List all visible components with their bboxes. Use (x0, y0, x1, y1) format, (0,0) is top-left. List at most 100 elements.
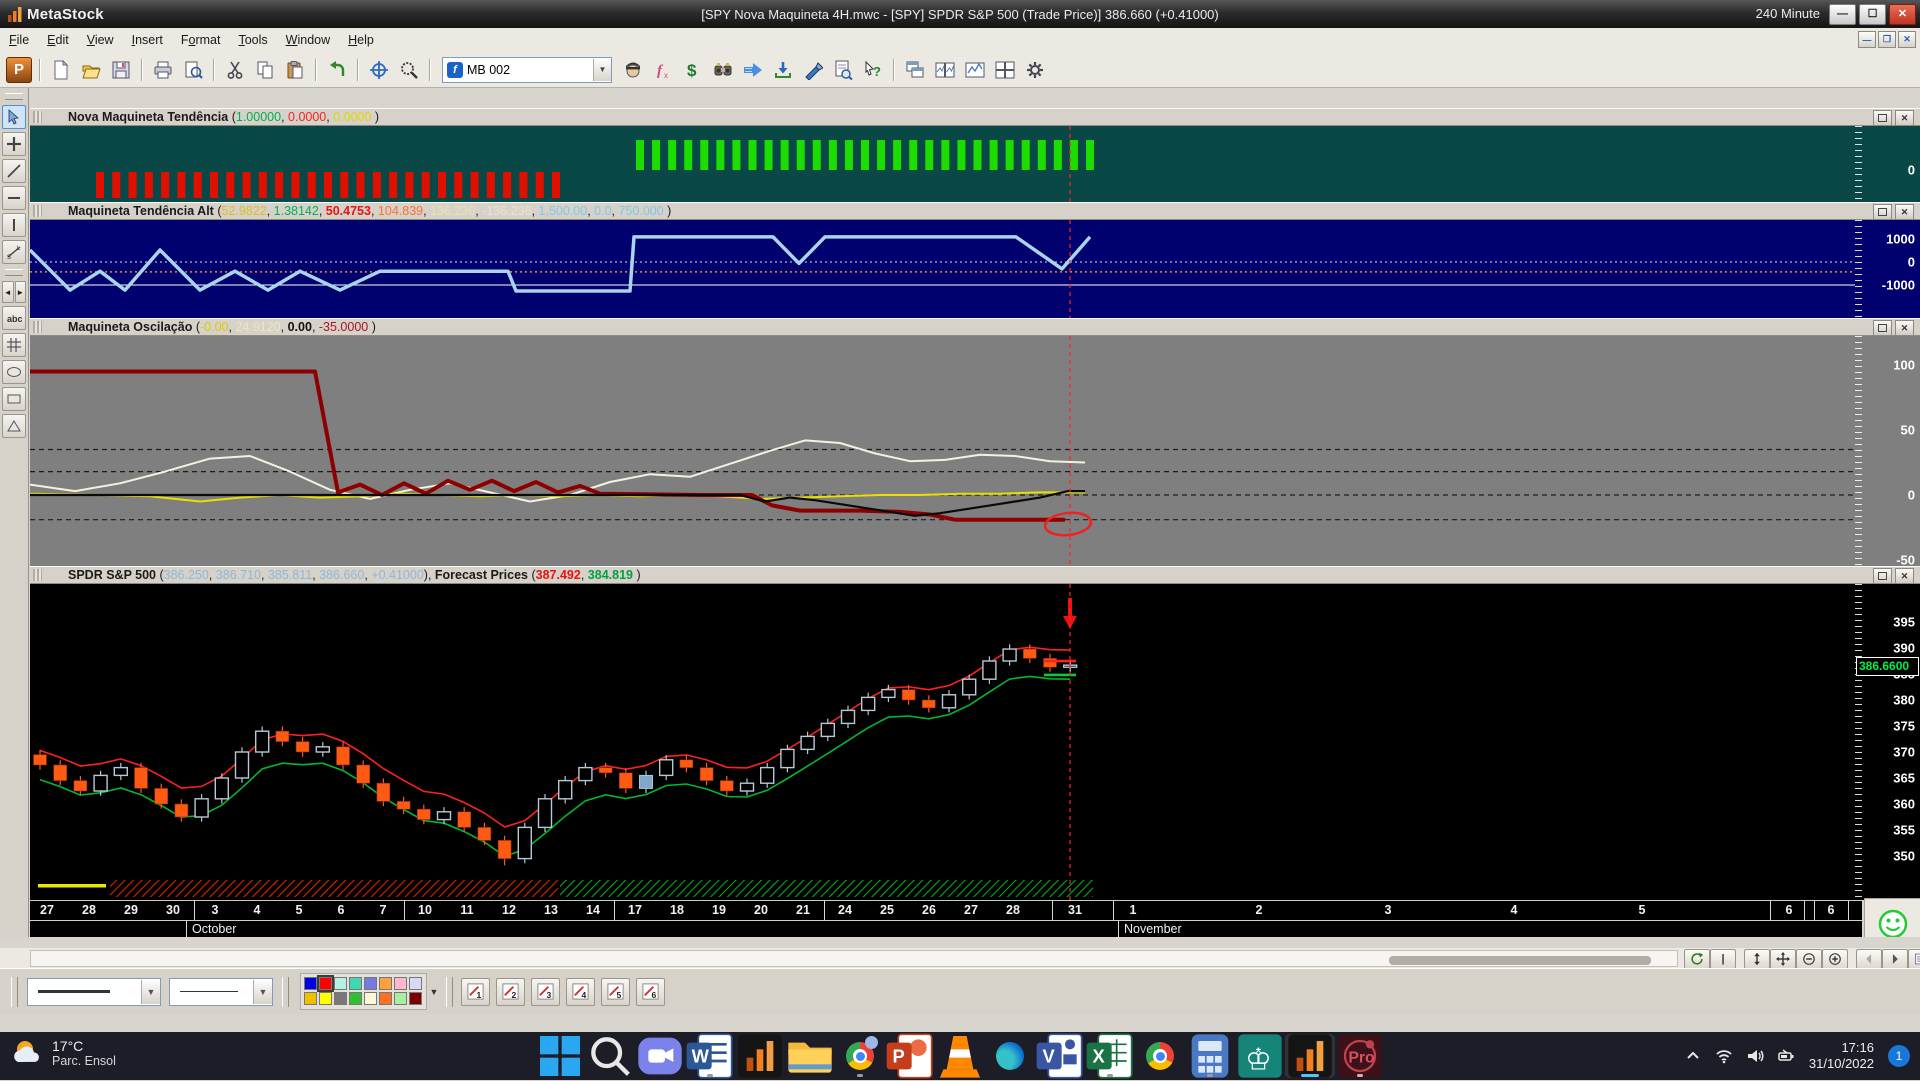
panel-close-button[interactable]: ✕ (1895, 110, 1914, 126)
scroll-bar-button[interactable]: | (1710, 949, 1736, 969)
color-swatch[interactable] (394, 977, 407, 990)
toolbar-report-button[interactable] (829, 56, 857, 84)
weather-widget[interactable]: 17°C Parc. Ensol (10, 1036, 116, 1070)
rectangle-tool-button[interactable] (2, 387, 26, 411)
toolbar-drawing-tools-button[interactable] (799, 56, 827, 84)
scroll-vresize-button[interactable] (1744, 949, 1770, 969)
wifi-icon[interactable] (1715, 1047, 1733, 1065)
layout-button-1[interactable]: 1 (461, 978, 490, 1006)
toolbar-help-pointer-button[interactable]: ? (859, 56, 887, 84)
toolbar-explorer-button[interactable] (709, 56, 737, 84)
notification-badge[interactable]: 1 (1888, 1045, 1910, 1067)
scroll-zoom-out-button[interactable] (1796, 949, 1822, 969)
toolbar-forecaster-button[interactable] (739, 56, 767, 84)
menu-tools[interactable]: Tools (229, 30, 276, 50)
layout-button-3[interactable]: 3 (531, 978, 560, 1006)
taskbar-app-edge[interactable] (985, 1034, 1035, 1078)
toolbar-copy-button[interactable] (251, 56, 279, 84)
toolbar-expert-advisor-button[interactable] (619, 56, 647, 84)
toolbar-options-button[interactable] (1021, 56, 1049, 84)
template-combo[interactable]: fMB 002▼ (442, 57, 612, 83)
child-minimize-button[interactable]: — (1858, 31, 1876, 48)
color-swatch[interactable] (304, 977, 317, 990)
taskbar-app-visio[interactable]: V (1035, 1034, 1085, 1078)
stop-tool-button[interactable]: SL (2, 240, 26, 264)
toolbar-open-button[interactable] (77, 56, 105, 84)
scroll-pan-button[interactable] (1770, 949, 1796, 969)
panel-maximize-button[interactable] (1873, 110, 1892, 126)
taskbar-app-chrome2[interactable] (1135, 1034, 1185, 1078)
triangle-tool-button[interactable] (2, 414, 26, 438)
toolbar-zoom-tool-button[interactable] (395, 56, 423, 84)
taskbar-clock[interactable]: 17:16 31/10/2022 (1809, 1040, 1874, 1072)
taskbar-app-word[interactable]: W (685, 1034, 735, 1078)
taskbar-app-explorer[interactable] (785, 1034, 835, 1078)
panel-header-grip[interactable] (33, 321, 42, 333)
scroll-forward-button[interactable] (1882, 949, 1908, 969)
panel-maximize-button[interactable] (1873, 204, 1892, 220)
scrollbar-thumb[interactable] (1389, 956, 1651, 965)
panel-header-grip[interactable] (33, 205, 42, 217)
grid-tool-button[interactable] (2, 333, 26, 357)
crosshair-tool-button[interactable] (2, 132, 26, 156)
taskbar-app-excel[interactable]: X (1085, 1034, 1135, 1078)
scroll-zoom-in-button[interactable] (1822, 949, 1848, 969)
color-swatch[interactable] (349, 992, 362, 1005)
layout-button-4[interactable]: 4 (566, 978, 595, 1006)
taskbar-app-chat[interactable] (635, 1034, 685, 1078)
color-swatch[interactable] (379, 977, 392, 990)
window-minimize-button[interactable]: — (1829, 4, 1856, 25)
panel-close-button[interactable]: ✕ (1895, 568, 1914, 584)
color-swatch[interactable] (394, 992, 407, 1005)
panel-header-grip[interactable] (33, 569, 42, 581)
child-restore-button[interactable]: ❐ (1878, 31, 1896, 48)
toolbar-new-chart-button[interactable] (47, 56, 75, 84)
color-swatch[interactable] (364, 992, 377, 1005)
menu-window[interactable]: Window (277, 30, 339, 50)
horizontal-line-button[interactable] (2, 186, 26, 210)
line-style-combo[interactable]: ▼ (27, 978, 161, 1006)
menu-view[interactable]: View (78, 30, 123, 50)
panel-maximize-button[interactable] (1873, 320, 1892, 336)
layout-button-5[interactable]: 5 (601, 978, 630, 1006)
combo-dropdown-arrow[interactable]: ▼ (253, 980, 272, 1004)
color-swatch[interactable] (334, 977, 347, 990)
toolbar-crosshair-button[interactable] (365, 56, 393, 84)
toolbar-save-button[interactable] (107, 56, 135, 84)
trendline-button[interactable] (2, 159, 26, 183)
menu-help[interactable]: Help (339, 30, 383, 50)
color-swatch[interactable] (304, 992, 317, 1005)
menu-insert[interactable]: Insert (123, 30, 172, 50)
taskbar-app-metastock-active[interactable] (1285, 1034, 1335, 1078)
taskbar-app-start[interactable] (535, 1034, 585, 1078)
scroll-back-button[interactable] (1856, 949, 1882, 969)
toolbar-undo-button[interactable] (323, 56, 351, 84)
color-swatch[interactable] (319, 992, 332, 1005)
toolbar-print-preview-button[interactable] (179, 56, 207, 84)
volume-icon[interactable] (1746, 1047, 1764, 1065)
vertical-line-button[interactable] (2, 213, 26, 237)
toolbar-power-console-button[interactable]: P (5, 56, 33, 84)
panel-maximize-button[interactable] (1873, 568, 1892, 584)
toolbar-indicator-builder-button[interactable]: fx (649, 56, 677, 84)
toolbar-cut-button[interactable] (221, 56, 249, 84)
taskbar-app-chess[interactable]: ♔ (1235, 1034, 1285, 1078)
taskbar-app-metastock[interactable] (735, 1034, 785, 1078)
taskbar-app-search[interactable] (585, 1034, 635, 1078)
chart-plot-maquineta-oscilacao[interactable] (30, 336, 1855, 566)
ellipse-tool-button[interactable] (2, 360, 26, 384)
chart-plot-maquineta-tendencia-alt[interactable] (30, 220, 1855, 318)
toolbar-paste-button[interactable] (281, 56, 309, 84)
toolbar-system-tester-button[interactable]: $ (679, 56, 707, 84)
line-weight-combo[interactable]: ▼ (169, 978, 273, 1006)
child-close-button[interactable]: ✕ (1898, 31, 1916, 48)
toolbar-tile-vertical-button[interactable] (961, 56, 989, 84)
toolbar-tile-grid-button[interactable] (991, 56, 1019, 84)
palette-dropdown-arrow[interactable]: ▼ (427, 977, 441, 1007)
scroll-refresh-button[interactable] (1684, 949, 1710, 969)
taskbar-app-vlc[interactable] (935, 1034, 985, 1078)
menu-edit[interactable]: Edit (38, 30, 78, 50)
taskbar-app-calculator[interactable] (1185, 1034, 1235, 1078)
window-maximize-button[interactable]: ☐ (1859, 4, 1886, 25)
scroll-list-button[interactable] (1908, 949, 1920, 969)
